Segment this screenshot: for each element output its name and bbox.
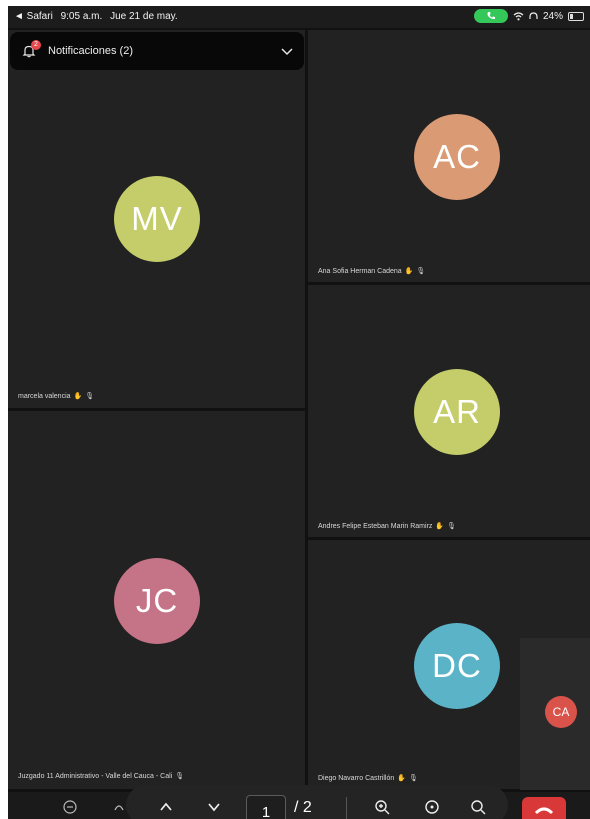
self-avatar: CA <box>545 696 577 728</box>
participant-name: Andres Felipe Esteban Marin Ramirz <box>318 523 433 530</box>
participant-name-row: marcela valencia ✋ 🎙 <box>18 392 94 400</box>
wifi-icon <box>513 11 524 20</box>
battery-icon <box>568 11 584 21</box>
notification-badge: 2 <box>31 40 41 50</box>
headphones-icon <box>529 11 538 19</box>
participant-name-row: Diego Navarro Castrillón ✋ 🎙 <box>318 774 418 782</box>
chevron-up-icon[interactable] <box>158 799 174 815</box>
participant-name: Diego Navarro Castrillón <box>318 775 395 782</box>
pdf-toolbar: 1 / 2 <box>126 785 508 819</box>
status-time: 9:05 a.m. <box>60 11 103 22</box>
participant-name-row: Andres Felipe Esteban Marin Ramirz ✋ 🎙 <box>318 522 456 530</box>
avatar: MV <box>114 176 200 262</box>
hand-icon: ✋ <box>404 268 414 275</box>
participant-tile-ac[interactable]: AC Ana Sofia Herman Cadena ✋ 🎙 <box>308 30 590 282</box>
avatar: AC <box>414 114 500 200</box>
video-call-screen: ◄ Safari 9:05 a.m. Jue 21 de may. 24% MV… <box>8 6 590 819</box>
toolbar-divider <box>346 797 347 819</box>
rotate-icon[interactable] <box>424 799 440 815</box>
search-icon[interactable] <box>470 799 486 815</box>
more-icon[interactable] <box>112 800 126 814</box>
participant-name: Ana Sofia Herman Cadena <box>318 268 402 275</box>
phone-icon <box>487 12 495 20</box>
mic-muted-icon: 🎙 <box>408 775 418 782</box>
page-number-input[interactable]: 1 <box>246 795 286 819</box>
participant-name-row: Juzgado 11 Administrativo - Valle del Ca… <box>18 772 184 780</box>
notifications-label: Notificaciones (2) <box>48 45 133 57</box>
zoom-in-icon[interactable] <box>374 799 390 815</box>
participant-name: Juzgado 11 Administrativo - Valle del Ca… <box>18 773 173 780</box>
minus-circle-icon[interactable] <box>63 800 77 814</box>
participant-name: marcela valencia <box>18 393 71 400</box>
avatar: JC <box>114 558 200 644</box>
mic-muted-icon: 🎙 <box>416 268 426 275</box>
page-total: / 2 <box>294 799 312 816</box>
self-view-tile[interactable]: CA <box>520 638 590 790</box>
participant-name-row: Ana Sofia Herman Cadena ✋ 🎙 <box>318 267 425 275</box>
mic-muted-icon: 🎙 <box>85 393 95 400</box>
hand-icon: ✋ <box>397 775 406 782</box>
mic-muted-icon: 🎙 <box>175 773 185 780</box>
avatar: AR <box>414 369 500 455</box>
back-to-app-link[interactable]: ◄ Safari <box>14 11 53 22</box>
hand-icon: ✋ <box>73 393 83 400</box>
status-date: Jue 21 de may. <box>110 11 178 22</box>
chevron-down-icon[interactable] <box>206 799 222 815</box>
participant-tile-jc[interactable]: JC Juzgado 11 Administrativo - Valle del… <box>8 411 305 789</box>
avatar: DC <box>414 623 500 709</box>
mic-muted-icon: 🎙 <box>447 523 456 530</box>
participant-tile-mv[interactable]: MV marcela valencia ✋ 🎙 <box>8 30 305 408</box>
notifications-banner[interactable]: 2 Notificaciones (2) <box>10 32 304 70</box>
chevron-down-icon[interactable] <box>280 44 294 58</box>
leave-call-button[interactable] <box>522 797 566 819</box>
battery-percentage: 24% <box>542 10 563 22</box>
phone-hangup-icon <box>534 807 554 815</box>
status-bar: ◄ Safari 9:05 a.m. Jue 21 de may. 24% <box>8 6 590 28</box>
active-call-indicator[interactable] <box>473 9 508 23</box>
hand-icon: ✋ <box>435 523 445 530</box>
participant-tile-ar[interactable]: AR Andres Felipe Esteban Marin Ramirz ✋ 🎙 <box>308 285 590 537</box>
